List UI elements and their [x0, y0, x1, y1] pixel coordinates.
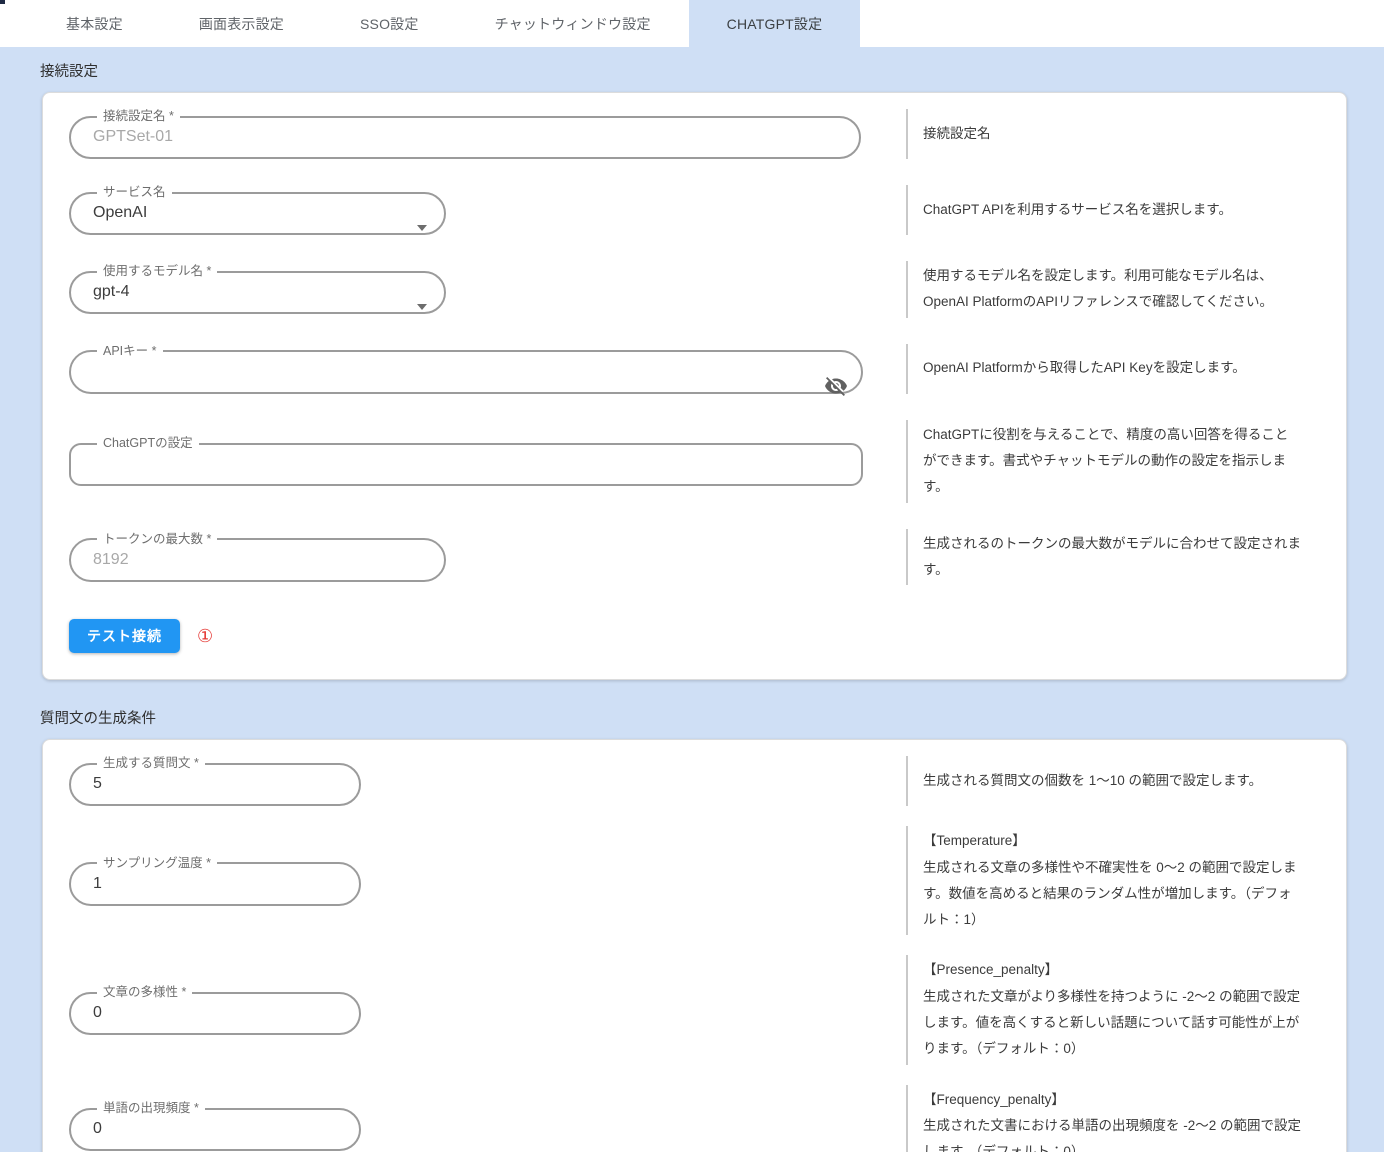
annotation-circled-one: ①	[197, 627, 213, 645]
presence-penalty-description: 【Presence_penalty】 生成された文章がより多様性を持つように -…	[906, 955, 1346, 1064]
connection-name-input[interactable]	[93, 128, 805, 146]
frequency-penalty-description: 【Frequency_penalty】 生成された文書における単語の出現頻度を …	[906, 1085, 1346, 1152]
chatgpt-config-label: ChatGPTの設定	[103, 436, 193, 450]
question-count-field: 生成する質問文 *	[69, 756, 361, 806]
tab-display-settings[interactable]: 画面表示設定	[161, 0, 322, 47]
connection-section-title: 接続設定	[0, 47, 1384, 92]
question-count-label: 生成する質問文 *	[103, 756, 199, 770]
max-tokens-description: 生成されるのトークンの最大数がモデルに合わせて設定されます。	[906, 529, 1346, 586]
form-row-max-tokens: トークンの最大数 * 生成されるのトークンの最大数がモデルに合わせて設定されます…	[69, 529, 1346, 586]
question-count-description: 生成される質問文の個数を 1～10 の範囲で設定します。	[906, 756, 1346, 806]
tab-sso-settings[interactable]: SSO設定	[322, 0, 457, 47]
max-tokens-input[interactable]	[93, 551, 390, 569]
max-tokens-label: トークンの最大数 *	[103, 532, 211, 546]
model-name-description: 使用するモデル名を設定します。利用可能なモデル名は、OpenAI Platfor…	[906, 261, 1346, 318]
service-name-select[interactable]: サービス名 OpenAI	[69, 185, 446, 235]
api-key-label: APIキー *	[103, 344, 157, 358]
tab-chatgpt-settings[interactable]: CHATGPT設定	[689, 0, 861, 47]
form-row-model-name: 使用するモデル名 * gpt-4 使用するモデル名を設定します。利用可能なモデル…	[69, 261, 1346, 318]
presence-penalty-label: 文章の多様性 *	[103, 985, 186, 999]
service-name-value[interactable]: OpenAI	[93, 204, 428, 222]
visibility-off-icon	[824, 374, 848, 398]
max-tokens-field: トークンの最大数 *	[69, 532, 446, 582]
form-row-api-key: APIキー * OpenAI Platformから取得したAPI Keyを設定し…	[69, 344, 1346, 394]
connection-name-label: 接続設定名 *	[103, 109, 174, 123]
temperature-label: サンプリング温度 *	[103, 856, 211, 870]
service-name-description: ChatGPT APIを利用するサービス名を選択します。	[906, 185, 1346, 235]
form-row-chatgpt-config: ChatGPTの設定 ChatGPTに役割を与えることで、精度の高い回答を得るこ…	[69, 420, 1346, 503]
frequency-penalty-label: 単語の出現頻度 *	[103, 1101, 199, 1115]
settings-tabbar: 基本設定 画面表示設定 SSO設定 チャットウィンドウ設定 CHATGPT設定	[0, 0, 1384, 47]
toggle-api-key-visibility-button[interactable]	[821, 371, 851, 401]
form-row-service-name: サービス名 OpenAI ChatGPT APIを利用するサービス名を選択します…	[69, 185, 1346, 235]
connection-settings-card: 接続設定名 * 接続設定名 サービス名 OpenAI ChatGPT APIを利…	[42, 92, 1347, 680]
chatgpt-config-description: ChatGPTに役割を与えることで、精度の高い回答を得ることができます。書式やチ…	[906, 420, 1346, 503]
test-connection-row: テスト接続 ①	[69, 619, 1346, 653]
api-key-field: APIキー *	[69, 344, 863, 394]
service-name-label: サービス名	[103, 185, 166, 199]
frequency-penalty-input[interactable]	[93, 1120, 305, 1138]
model-name-label: 使用するモデル名 *	[103, 264, 211, 278]
tab-basic-settings[interactable]: 基本設定	[28, 0, 161, 47]
generation-section-title: 質問文の生成条件	[0, 680, 1384, 739]
form-row-frequency-penalty: 単語の出現頻度 * 【Frequency_penalty】 生成された文書におけ…	[69, 1085, 1346, 1152]
caret-down-icon	[417, 225, 427, 231]
chatgpt-settings-page: 基本設定 画面表示設定 SSO設定 チャットウィンドウ設定 CHATGPT設定 …	[0, 0, 1384, 1152]
generation-conditions-card: 生成する質問文 * 生成される質問文の個数を 1～10 の範囲で設定します。 サ…	[42, 739, 1347, 1152]
connection-name-description: 接続設定名	[906, 109, 1346, 159]
screen-corner-artifact	[0, 0, 5, 4]
presence-penalty-input[interactable]	[93, 1004, 305, 1022]
api-key-input[interactable]	[93, 363, 807, 381]
presence-penalty-field: 文章の多様性 *	[69, 985, 361, 1035]
chatgpt-config-input[interactable]	[93, 455, 807, 473]
temperature-field: サンプリング温度 *	[69, 856, 361, 906]
tab-chat-window-settings[interactable]: チャットウィンドウ設定	[457, 0, 689, 47]
temperature-description: 【Temperature】 生成される文章の多様性や不確実性を 0～2 の範囲で…	[906, 826, 1346, 935]
test-connection-button[interactable]: テスト接続	[69, 619, 180, 653]
caret-down-icon	[417, 304, 427, 310]
connection-name-field: 接続設定名 *	[69, 109, 861, 159]
frequency-penalty-field: 単語の出現頻度 *	[69, 1101, 361, 1151]
api-key-description: OpenAI Platformから取得したAPI Keyを設定します。	[906, 344, 1346, 394]
question-count-input[interactable]	[93, 775, 305, 793]
model-name-select[interactable]: 使用するモデル名 * gpt-4	[69, 264, 446, 314]
chatgpt-config-field: ChatGPTの設定	[69, 436, 863, 486]
temperature-input[interactable]	[93, 875, 305, 893]
form-row-connection-name: 接続設定名 * 接続設定名	[69, 109, 1346, 159]
form-row-presence-penalty: 文章の多様性 * 【Presence_penalty】 生成された文章がより多様…	[69, 955, 1346, 1064]
form-row-question-count: 生成する質問文 * 生成される質問文の個数を 1～10 の範囲で設定します。	[69, 756, 1346, 806]
form-row-temperature: サンプリング温度 * 【Temperature】 生成される文章の多様性や不確実…	[69, 826, 1346, 935]
model-name-value[interactable]: gpt-4	[93, 283, 428, 301]
